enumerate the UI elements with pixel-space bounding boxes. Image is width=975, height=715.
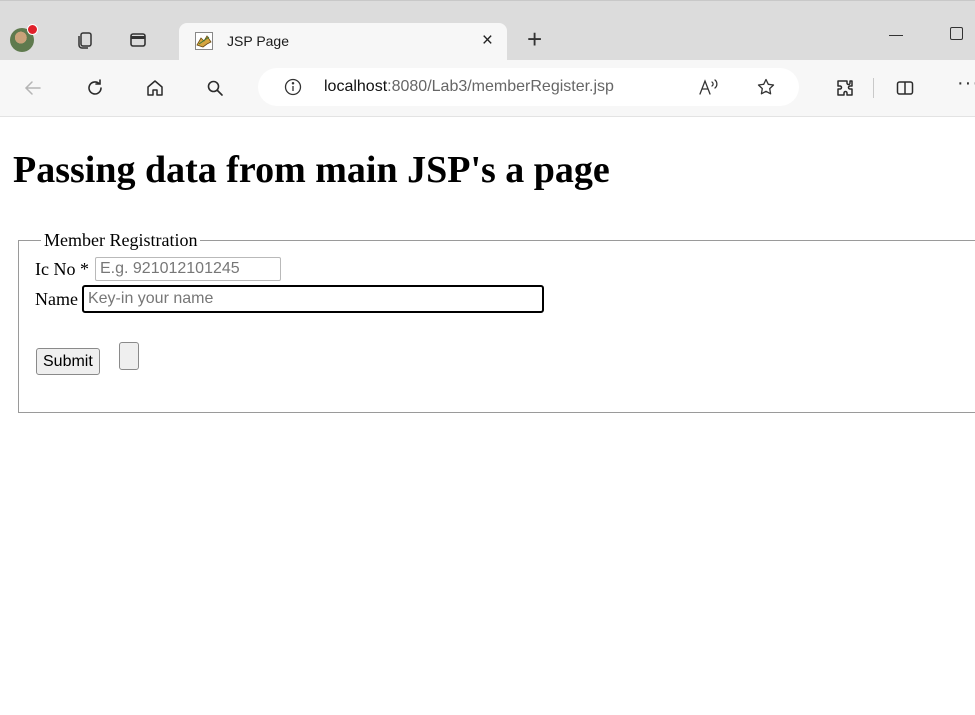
url-text: localhost:8080/Lab3/memberRegister.jsp bbox=[324, 78, 614, 96]
favorite-star-icon[interactable] bbox=[755, 76, 777, 98]
submit-button[interactable]: Submit bbox=[36, 348, 100, 375]
name-label: Name bbox=[35, 288, 78, 309]
tab-jsp-page[interactable]: JSP Page × bbox=[179, 23, 507, 61]
url-host: localhost bbox=[324, 78, 388, 95]
browser-toolbar: localhost:8080/Lab3/memberRegister.jsp ·… bbox=[0, 60, 975, 117]
maximize-window-button[interactable] bbox=[950, 27, 963, 40]
page-content: Passing data from main JSP's a page Memb… bbox=[0, 117, 975, 715]
ic-no-row: Ic No * E.g. 921012101245 bbox=[35, 257, 281, 281]
back-arrow-icon[interactable] bbox=[22, 77, 44, 99]
profile-notification-badge bbox=[27, 24, 38, 35]
tomcat-favicon-icon bbox=[195, 32, 213, 50]
more-options-button[interactable]: ··· bbox=[957, 72, 975, 95]
name-row: Name Key-in your name bbox=[35, 285, 544, 313]
member-registration-fieldset: Member Registration Ic No * E.g. 9210121… bbox=[18, 230, 975, 413]
address-bar[interactable]: localhost:8080/Lab3/memberRegister.jsp bbox=[258, 68, 799, 106]
tab-strip: JSP Page × + bbox=[0, 0, 975, 61]
site-info-icon[interactable] bbox=[282, 76, 304, 98]
ic-no-label: Ic No * bbox=[35, 258, 89, 279]
split-screen-icon[interactable] bbox=[894, 77, 916, 99]
workspaces-icon[interactable] bbox=[75, 30, 95, 50]
read-aloud-icon[interactable] bbox=[698, 76, 720, 98]
page-heading: Passing data from main JSP's a page bbox=[13, 149, 610, 191]
ic-no-input[interactable]: E.g. 921012101245 bbox=[94, 257, 281, 281]
home-icon[interactable] bbox=[144, 77, 166, 99]
refresh-icon[interactable] bbox=[84, 77, 106, 99]
fieldset-legend: Member Registration bbox=[41, 230, 201, 251]
extensions-icon[interactable] bbox=[834, 77, 856, 99]
search-icon[interactable] bbox=[204, 77, 226, 99]
toolbar-divider bbox=[873, 78, 874, 98]
minimize-window-button[interactable] bbox=[889, 35, 903, 36]
new-tab-button[interactable]: + bbox=[527, 24, 542, 54]
close-tab-icon[interactable]: × bbox=[482, 31, 493, 51]
vertical-tabs-icon[interactable] bbox=[128, 30, 148, 50]
unlabeled-button[interactable] bbox=[119, 342, 139, 370]
url-path: :8080/Lab3/memberRegister.jsp bbox=[387, 78, 614, 95]
tab-title: JSP Page bbox=[227, 33, 290, 49]
name-input[interactable]: Key-in your name bbox=[81, 285, 544, 313]
